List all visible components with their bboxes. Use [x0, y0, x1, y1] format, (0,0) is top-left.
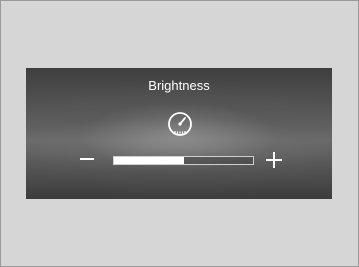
panel-title: Brightness [148, 78, 210, 93]
brightness-slider[interactable] [113, 156, 254, 165]
brightness-slider-fill [114, 157, 184, 164]
decrease-brightness-button[interactable] [79, 151, 95, 167]
brightness-panel: Brightness [26, 68, 332, 199]
screen-frame: Brightness [0, 0, 359, 267]
speedometer-icon [168, 112, 192, 136]
increase-brightness-button[interactable] [266, 152, 282, 168]
